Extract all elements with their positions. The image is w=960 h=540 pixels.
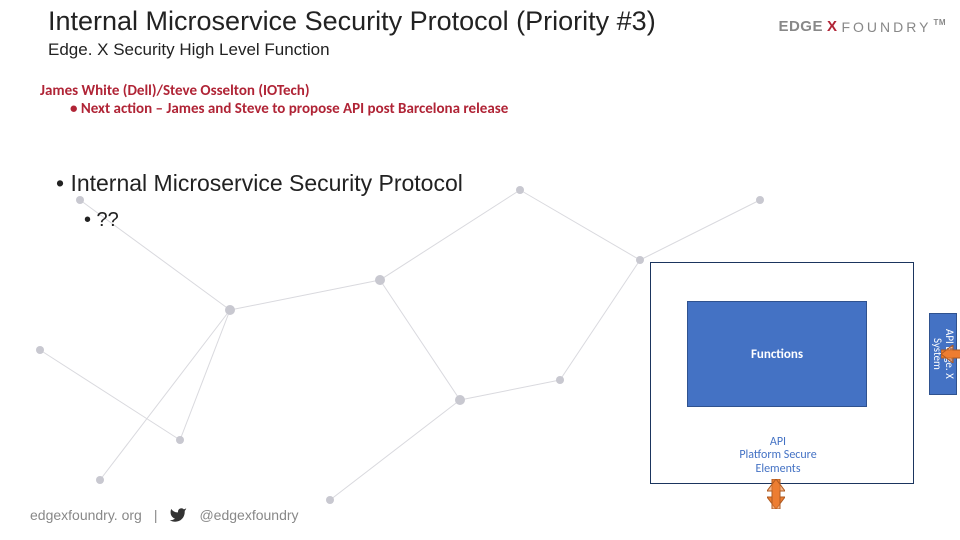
footer-sep: | — [154, 507, 158, 523]
slide-title: Internal Microservice Security Protocol … — [48, 6, 656, 37]
bullet-2: • ?? — [84, 209, 463, 232]
diagram-frame: Functions API Platform Secure Elements A… — [650, 262, 914, 484]
twitter-icon — [169, 506, 187, 524]
main-bullets: • Internal Microservice Security Protoco… — [56, 170, 463, 232]
arrow-horizontal-icon — [941, 345, 960, 363]
logo-edge: EDGE — [778, 18, 823, 35]
owners-line-2: • Next action – James and Steve to propo… — [70, 100, 508, 118]
api-sys-l1: API — [943, 329, 956, 344]
footer-handle: @edgexfoundry — [199, 507, 298, 523]
bullet-1: • Internal Microservice Security Protoco… — [56, 170, 463, 197]
api-platform-l2: Platform Secure — [723, 449, 833, 463]
logo-tm: TM — [933, 18, 946, 27]
functions-box: Functions — [687, 301, 867, 407]
logo-x: X — [825, 18, 840, 35]
api-platform-l3: Elements — [723, 463, 833, 477]
api-platform-l1: API — [723, 436, 833, 450]
footer: edgexfoundry. org | @edgexfoundry — [30, 506, 299, 524]
footer-site: edgexfoundry. org — [30, 507, 142, 523]
owners-line-1: James White (Dell)/Steve Osselton (IOTec… — [40, 82, 508, 100]
edgex-logo: EDGE X FOUNDRY TM — [778, 18, 946, 35]
owners-block: James White (Dell)/Steve Osselton (IOTec… — [40, 82, 508, 118]
logo-foundry: FOUNDRY — [841, 19, 931, 35]
slide-subtitle: Edge. X Security High Level Function — [48, 40, 330, 60]
arrow-vertical-icon — [767, 479, 785, 509]
api-platform-label: API Platform Secure Elements — [723, 436, 833, 477]
